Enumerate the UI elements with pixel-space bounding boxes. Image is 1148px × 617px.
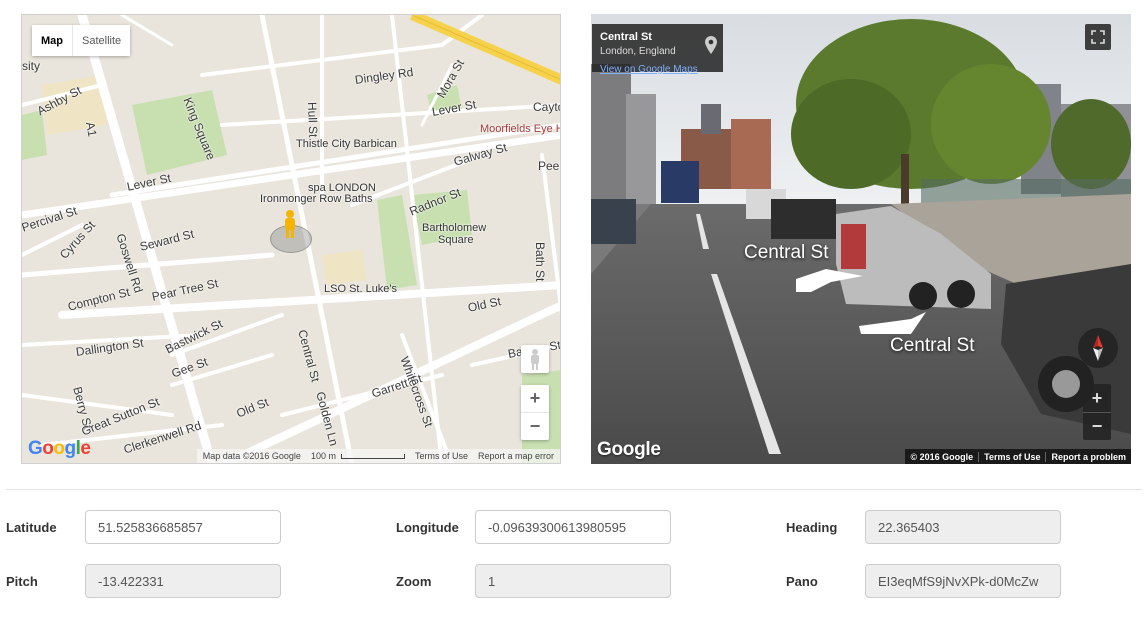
map-terms-link[interactable]: Terms of Use [415,451,468,461]
map-panel[interactable]: Ashby St A1 King Square Hull St Dingley … [21,14,561,464]
street-view-pegman-control[interactable] [521,345,549,373]
fullscreen-icon [1091,30,1105,44]
poi-label: LSO St. Luke's [324,283,398,295]
fullscreen-button[interactable] [1085,24,1111,50]
compass-control[interactable] [1078,328,1118,368]
street-view-panel[interactable]: Central St Central St Central St London,… [591,14,1131,464]
address-subtitle: London, England [600,46,676,57]
street-view-address-box: Central St London, England View on Googl… [592,24,723,75]
street-view-zoom-out-button[interactable]: − [1083,412,1111,440]
map-type-satellite-button[interactable]: Satellite [72,25,131,56]
google-logo[interactable]: Google [28,438,91,460]
pegman-icon [531,349,539,370]
google-logo[interactable]: Google [597,439,661,461]
map-zoom-control: + − [521,385,549,440]
poi-label: Ironmonger Row Baths [260,193,373,205]
zoom-input[interactable] [475,564,671,598]
pano-input[interactable] [865,564,1061,598]
pitch-label: Pitch [6,574,38,589]
longitude-input[interactable] [475,510,671,544]
map-type-control: Map Satellite [32,25,131,56]
poi-label: Bartholomew [422,222,487,234]
street-view-report-problem-link[interactable]: Report a problem [1045,451,1131,462]
map-footer: Map data ©2016 Google 100 m Terms of Use… [196,449,560,463]
street-view-street-label: Central St [744,242,829,263]
heading-input[interactable] [865,510,1061,544]
poi-label: Square [438,234,474,246]
map-pin-icon[interactable] [705,36,717,54]
street-label: Hull St [305,101,321,138]
pano-label: Pano [786,574,818,589]
map-scale-label: 100 m [310,451,336,461]
address-title: Central St [600,31,652,43]
divider [6,489,1142,490]
street-view-terms-link[interactable]: Terms of Use [978,451,1045,462]
map-report-error-link[interactable]: Report a map error [478,451,554,461]
poi-label: Moorfields Eye H [480,123,561,135]
street-label: Peer [538,159,561,173]
map-data-attribution: Map data ©2016 Google [202,451,301,461]
street-label: Bath St [533,242,547,282]
longitude-label: Longitude [396,520,459,535]
map-type-map-button[interactable]: Map [32,25,72,56]
heading-label: Heading [786,520,838,535]
street-label: Cayto [533,100,560,114]
zoom-label: Zoom [396,574,432,589]
map-zoom-out-button[interactable]: − [521,412,549,439]
poi-label: Thistle City Barbican [296,138,397,150]
street-view-footer: © 2016 Google Terms of Use Report a prob… [905,449,1131,464]
latitude-input[interactable] [85,510,281,544]
pitch-input[interactable] [85,564,281,598]
street-view-copyright: © 2016 Google [910,451,974,462]
block [322,250,367,285]
street-view-zoom-control: + − [1083,384,1111,440]
street-view-image [591,14,1131,464]
street-label: A1 [83,120,100,138]
map-scale-bar [340,453,405,459]
view-on-google-maps-link[interactable]: View on Google Maps [600,64,698,75]
compass-icon [1093,335,1103,361]
map-scale: 100 m [311,451,405,461]
street-view-zoom-in-button[interactable]: + [1083,384,1111,412]
street-view-street-label: Central St [890,335,975,356]
street-label: sity [22,59,40,73]
pegman-icon[interactable] [281,209,299,239]
map-zoom-in-button[interactable]: + [521,385,549,412]
app: Ashby St A1 King Square Hull St Dingley … [0,0,1148,617]
latitude-label: Latitude [6,520,57,535]
